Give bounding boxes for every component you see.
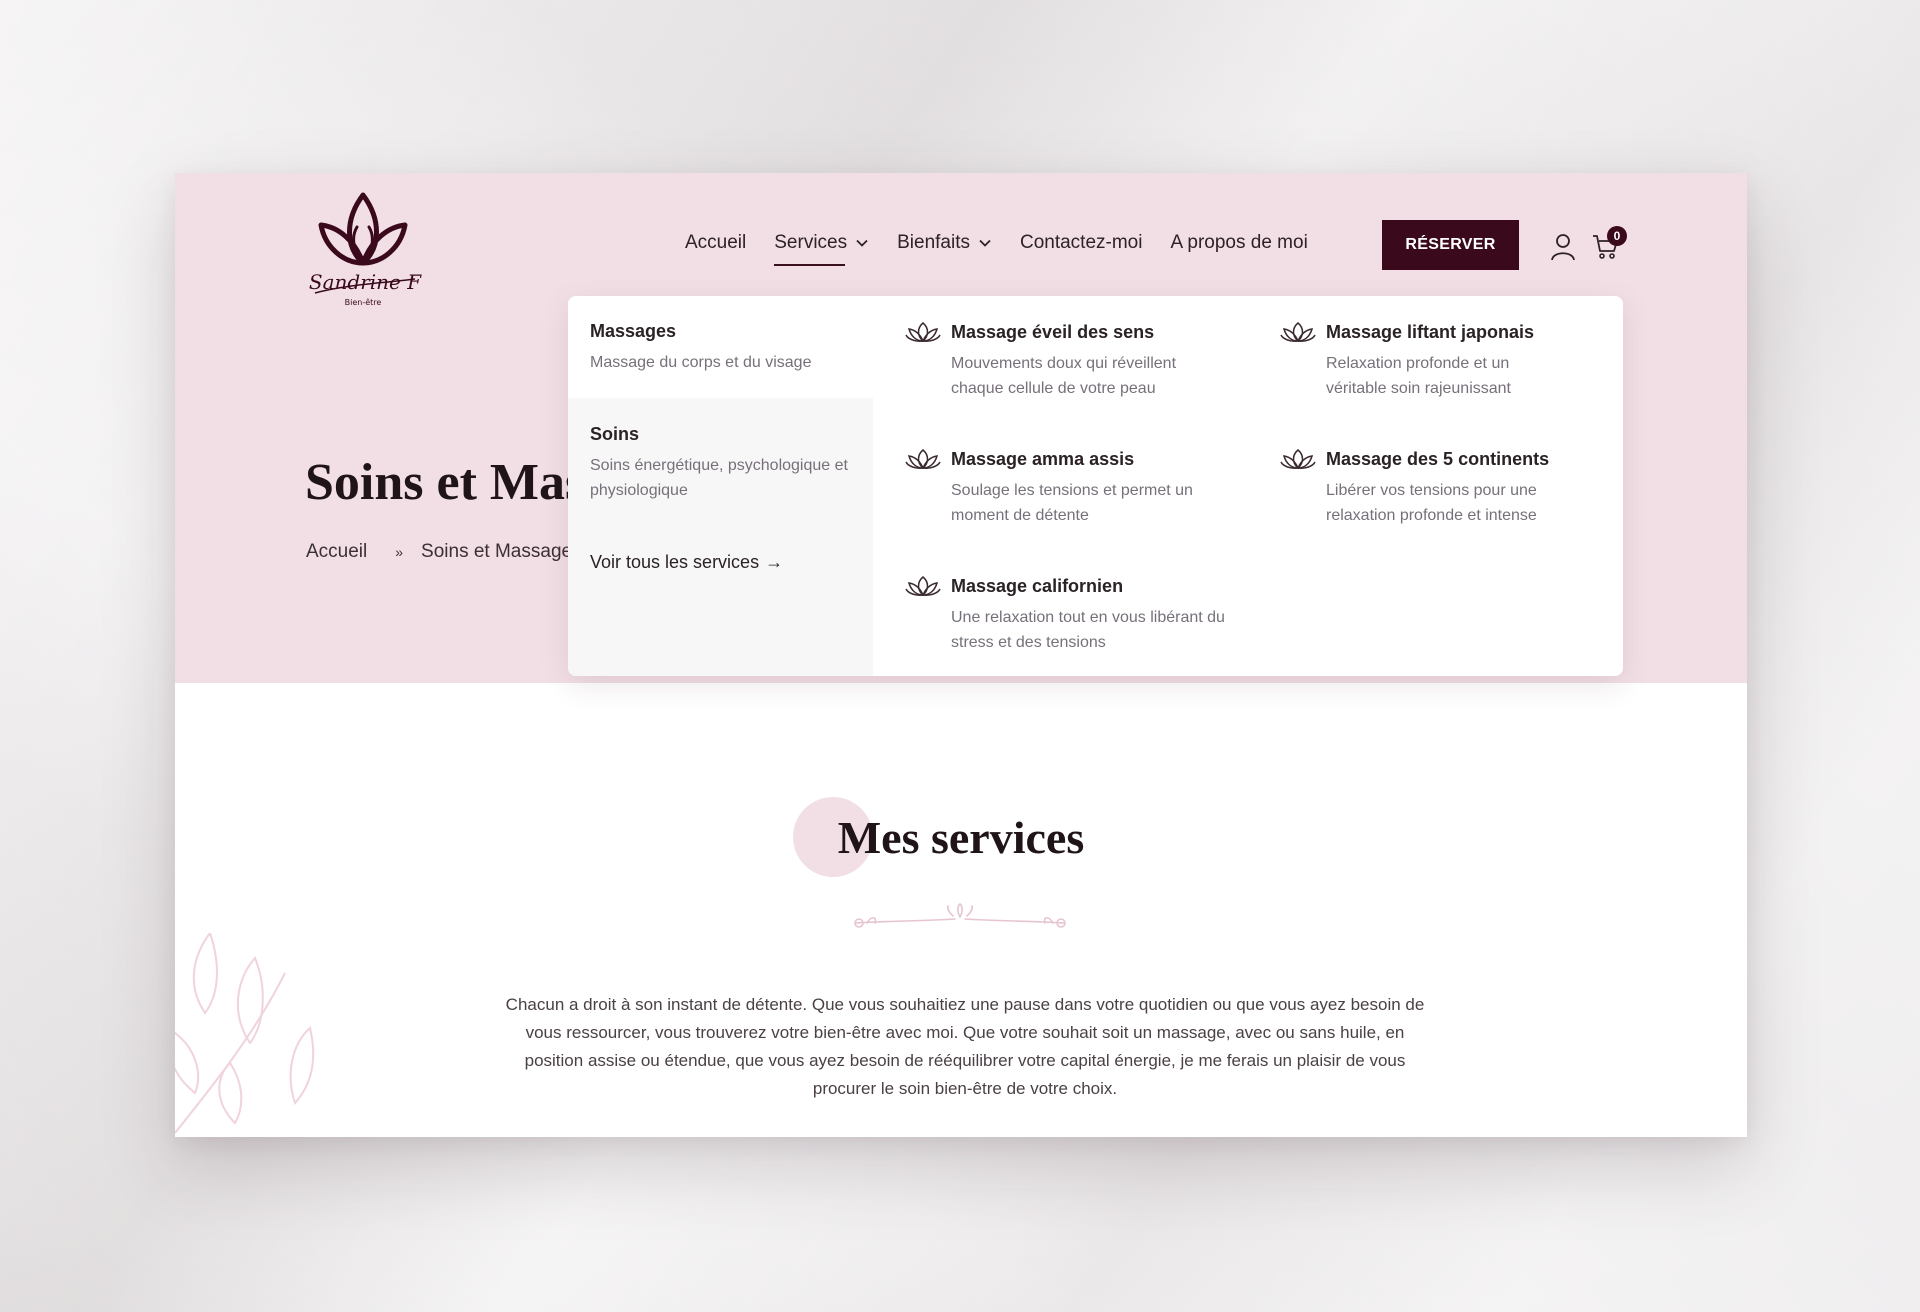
category-soins[interactable]: Soins Soins énergétique, psychologique e…: [568, 398, 873, 503]
breadcrumb-home[interactable]: Accueil: [306, 541, 367, 563]
lotus-icon: [905, 322, 941, 342]
lotus-icon: [1280, 322, 1316, 342]
arrow-right-icon: →: [765, 552, 784, 572]
service-desc: Mouvements doux qui réveillent chaque ce…: [951, 355, 1177, 397]
category-title: Soins: [590, 424, 640, 444]
category-massages[interactable]: Massages Massage du corps et du visage: [568, 296, 873, 398]
lotus-icon: [905, 449, 941, 469]
lotus-icon: [905, 576, 941, 596]
category-title: Massages: [590, 321, 677, 341]
service-5-continents[interactable]: Massage des 5 continents Libérer vos ten…: [1280, 448, 1600, 528]
breadcrumb-separator: »: [395, 544, 404, 560]
service-liftant-japonais[interactable]: Massage liftant japonais Relaxation prof…: [1280, 321, 1600, 401]
lotus-icon: [1280, 449, 1316, 469]
service-title: Massage liftant japonais: [1326, 321, 1535, 342]
service-desc: Soulage les tensions et permet un moment…: [951, 482, 1193, 524]
service-title: Massage californien: [951, 575, 1124, 596]
service-desc: Libérer vos tensions pour une relaxation…: [1326, 482, 1537, 524]
service-title: Massage éveil des sens: [951, 321, 1155, 342]
service-desc: Relaxation profonde et un véritable soin…: [1326, 355, 1511, 397]
chevron-down-icon: [979, 239, 991, 247]
service-amma-assis[interactable]: Massage amma assis Soulage les tensions …: [905, 448, 1225, 528]
service-eveil-des-sens[interactable]: Massage éveil des sens Mouvements doux q…: [905, 321, 1225, 401]
nav-item-accueil[interactable]: Accueil: [685, 232, 746, 254]
services-mega-menu: Massages Massage du corps et du visage S…: [568, 296, 1623, 676]
nav-label: Bienfaits: [897, 232, 970, 253]
user-icon[interactable]: [1550, 233, 1576, 261]
browser-page: Sandrine F Bien-être Accueil Services Bi…: [175, 173, 1747, 1137]
logo-tagline: Bien-être: [345, 297, 382, 307]
nav-label: Services: [774, 232, 848, 253]
cart-count-badge: 0: [1607, 226, 1627, 246]
nav-label: Contactez-moi: [1019, 232, 1143, 253]
reserve-button[interactable]: RÉSERVER: [1382, 220, 1519, 270]
main-nav: Accueil Services Bienfaits Contactez-moi…: [685, 218, 1336, 268]
services-section-title: Mes services: [837, 812, 1085, 863]
chevron-down-icon: [856, 239, 868, 247]
breadcrumb-current: Soins et Massages: [421, 541, 582, 562]
breadcrumb: Accueil » Soins et Massages: [306, 541, 582, 563]
site-logo[interactable]: Sandrine F Bien-être: [303, 181, 423, 311]
view-all-services-link[interactable]: Voir tous les services →: [590, 552, 783, 573]
leaves-decor-icon: [175, 933, 315, 1134]
category-desc: Soins énergétique, psychologique et phys…: [590, 457, 848, 499]
category-desc: Massage du corps et du visage: [590, 354, 812, 371]
view-all-label: Voir tous les services: [590, 552, 760, 572]
services-intro-text: Chacun a droit à son instant de détente.…: [505, 995, 1425, 1098]
service-desc: Une relaxation tout en vous libérant du …: [951, 609, 1225, 651]
nav-label: A propos de moi: [1170, 232, 1308, 253]
nav-item-contact[interactable]: Contactez-moi: [1020, 232, 1143, 254]
nav-item-bienfaits[interactable]: Bienfaits: [897, 232, 992, 254]
hero-section: Sandrine F Bien-être Accueil Services Bi…: [175, 173, 1747, 683]
service-title: Massage des 5 continents: [1326, 448, 1550, 469]
ornament-divider-icon: [854, 902, 1066, 928]
nav-item-services[interactable]: Services: [774, 232, 869, 266]
lotus-logo-icon: Sandrine F Bien-être: [309, 192, 422, 307]
service-californien[interactable]: Massage californien Une relaxation tout …: [905, 575, 1225, 655]
service-title: Massage amma assis: [951, 448, 1135, 469]
nav-label: Accueil: [685, 232, 747, 253]
nav-item-about[interactable]: A propos de moi: [1170, 232, 1307, 254]
